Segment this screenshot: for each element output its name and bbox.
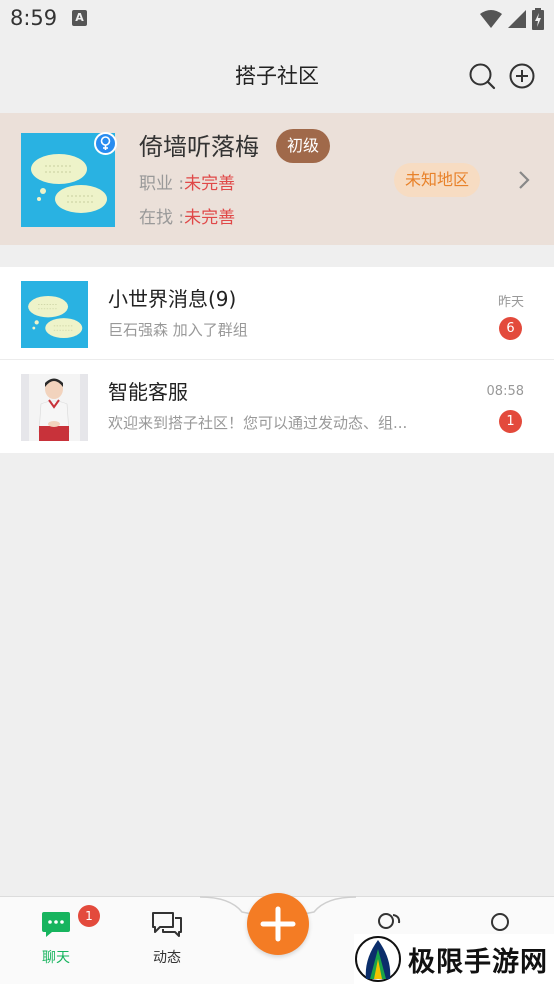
job-label: 职业 : (139, 174, 185, 194)
create-post-button[interactable] (247, 893, 309, 955)
watermark-logo-icon (355, 936, 401, 982)
chat-item-customer-service[interactable]: 智能客服 欢迎来到搭子社区！您可以通过发动态、组... 08:58 1 (0, 360, 554, 453)
contacts-icon (378, 913, 401, 929)
region-badge: 未知地区 (394, 163, 481, 197)
chevron-right-icon[interactable] (515, 168, 533, 192)
chat-preview: 欢迎来到搭子社区！您可以通过发动态、组... (108, 414, 408, 432)
unread-badge: 6 (499, 317, 522, 340)
battery-icon (532, 8, 544, 30)
watermark-text: 极限手游网 (408, 946, 548, 978)
search-icon[interactable] (468, 62, 496, 90)
job-row: 职业 :未完善 (139, 169, 235, 194)
profile-card[interactable]: 倚墙听落梅 初级 职业 :未完善 在找 :未完善 未知地区 (0, 113, 554, 245)
job-value: 未完善 (184, 174, 236, 194)
status-icons (480, 8, 544, 30)
tab-feed-label: 动态 (153, 950, 181, 966)
signal-icon (508, 10, 526, 28)
wifi-icon (480, 10, 502, 28)
seeking-label: 在找 : (139, 208, 185, 228)
watermark: 极限手游网 (354, 934, 554, 984)
chat-item-world-messages[interactable]: 小世界消息(9) 巨石强森 加入了群组 昨天 6 (0, 267, 554, 360)
chat-avatar (21, 281, 88, 348)
chat-preview: 巨石强森 加入了群组 (108, 321, 248, 339)
status-time: 8:59 (10, 6, 58, 30)
cloud-avatar-image (21, 281, 88, 348)
female-gender-icon (94, 132, 117, 155)
profile-name: 倚墙听落梅 (139, 133, 259, 161)
unread-badge: 1 (499, 410, 522, 433)
tab-feed[interactable]: 动态 (137, 911, 197, 967)
keyboard-a-icon: A (72, 10, 87, 26)
service-agent-avatar-image (21, 374, 88, 441)
chat-avatar (21, 374, 88, 441)
tab-chat-label: 聊天 (42, 950, 70, 966)
app-header: 搭子社区 (0, 38, 554, 113)
level-badge: 初级 (276, 129, 331, 163)
chat-time: 昨天 (497, 295, 524, 310)
chat-bubble-icon (42, 912, 70, 937)
feed-bubbles-icon (152, 912, 182, 937)
plus-icon (260, 906, 296, 942)
status-bar: 8:59 A (0, 0, 554, 38)
seeking-value: 未完善 (184, 208, 236, 228)
chat-tab-badge: 1 (78, 905, 100, 927)
chat-time: 08:58 (486, 384, 524, 399)
chat-list: 小世界消息(9) 巨石强森 加入了群组 昨天 6 智能客服 欢迎来到搭子社区！您… (0, 267, 554, 453)
add-circle-icon[interactable] (508, 62, 536, 90)
tab-chat[interactable]: 聊天 (26, 911, 86, 967)
profile-icon (491, 913, 509, 931)
chat-name: 智能客服 (108, 380, 188, 404)
seeking-row: 在找 :未完善 (139, 203, 235, 228)
chat-name: 小世界消息(9) (108, 287, 237, 311)
